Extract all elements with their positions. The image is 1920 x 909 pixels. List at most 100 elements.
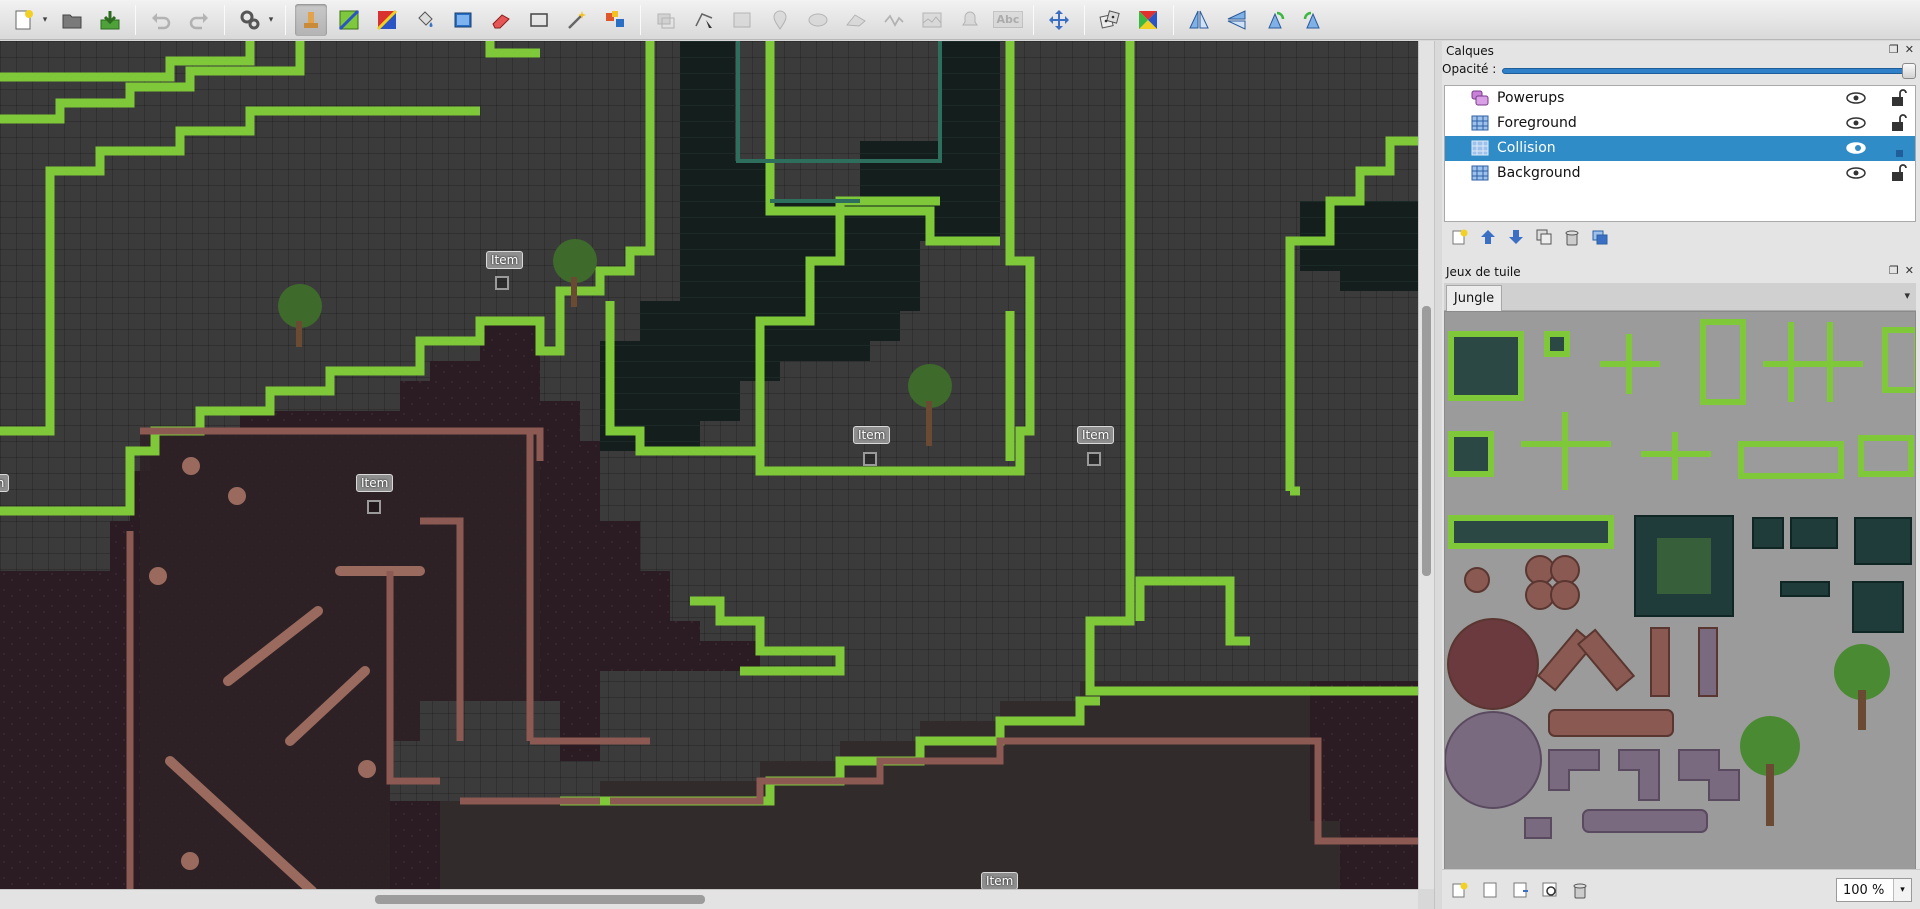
tileset-tools (1450, 880, 1590, 900)
layer-row-foreground[interactable]: Foreground (1445, 111, 1915, 136)
flip-vertical-button[interactable] (1221, 4, 1253, 36)
insert-text-button[interactable]: Abc (992, 4, 1024, 36)
remove-layer-button[interactable] (1562, 227, 1582, 247)
terrain-icon (338, 9, 360, 30)
float-icon[interactable]: ❐ (1889, 43, 1899, 56)
move-button[interactable] (1043, 4, 1075, 36)
redo-button[interactable] (183, 4, 215, 36)
map-horizontal-scrollbar[interactable] (0, 889, 1418, 909)
open-button[interactable] (56, 4, 88, 36)
chevron-down-icon[interactable]: ▾ (1893, 879, 1911, 901)
lower-layer-button[interactable] (1506, 227, 1526, 247)
insert-polyline-button[interactable] (878, 4, 910, 36)
item-object[interactable] (367, 500, 381, 514)
eye-icon[interactable] (1845, 140, 1867, 156)
close-icon[interactable]: ✕ (1905, 43, 1914, 56)
eye-icon[interactable] (1845, 90, 1867, 106)
eraser-button[interactable] (485, 4, 517, 36)
highlight-layer-button[interactable] (1590, 227, 1610, 247)
layer-name: Background (1497, 165, 1581, 181)
item-label-edge[interactable]: Item (0, 474, 10, 492)
item-object[interactable] (495, 276, 509, 290)
add-layer-button[interactable] (1450, 227, 1470, 247)
map-vertical-scroll-thumb[interactable] (1422, 306, 1431, 576)
shape-fill-button[interactable] (447, 4, 479, 36)
commands-dropdown-arrow[interactable]: ▾ (266, 4, 276, 36)
tileset-view[interactable] (1444, 311, 1916, 893)
panel-splitter[interactable] (1434, 41, 1442, 909)
trash-icon (1573, 883, 1587, 899)
polyline-icon (884, 13, 904, 27)
wang-mode-button[interactable] (1132, 4, 1164, 36)
layer-row-powerups[interactable]: Powerups (1445, 86, 1915, 111)
rectangular-select-button[interactable] (523, 4, 555, 36)
item-label[interactable]: Item (356, 474, 394, 492)
item-label[interactable]: Item (853, 426, 891, 444)
float-icon[interactable]: ❐ (1889, 264, 1899, 277)
layers-list[interactable]: Powerups Foreground Collision Background (1444, 85, 1916, 222)
item-object[interactable] (1087, 452, 1101, 466)
embed-tileset-button[interactable] (1480, 880, 1500, 900)
new-map-button[interactable] (8, 4, 40, 36)
arrow-down-icon (1509, 230, 1523, 244)
save-button[interactable] (94, 4, 126, 36)
zoom-combobox[interactable]: 100 % ▾ (1836, 878, 1912, 902)
item-label[interactable]: Item (981, 872, 1019, 889)
unlock-icon[interactable] (1891, 138, 1907, 158)
opacity-slider[interactable] (1502, 68, 1912, 74)
insert-template-button[interactable] (954, 4, 986, 36)
unlock-icon[interactable] (1891, 113, 1907, 133)
close-icon[interactable]: ✕ (1905, 264, 1914, 277)
tab-jungle[interactable]: Jungle (1446, 285, 1502, 311)
magic-wand-button[interactable] (561, 4, 593, 36)
random-mode-button[interactable] (1094, 4, 1126, 36)
edit-tileset-button[interactable] (1540, 880, 1560, 900)
edit-polygons-button[interactable] (688, 4, 720, 36)
insert-rectangle-button[interactable] (726, 4, 758, 36)
shape-fill-icon (454, 12, 472, 27)
tileset-tiles[interactable] (1445, 312, 1916, 893)
unlock-icon[interactable] (1891, 88, 1907, 108)
map-vertical-scrollbar[interactable] (1418, 41, 1434, 889)
rotate-right-button[interactable] (1297, 4, 1329, 36)
map-canvas[interactable]: Item Item Item Item Item Item (0, 41, 1418, 889)
tilesets-panel-title: Jeux de tuile (1446, 265, 1521, 279)
commands-button[interactable] (234, 4, 266, 36)
map-horizontal-scroll-thumb[interactable] (375, 895, 705, 904)
rotate-left-button[interactable] (1259, 4, 1291, 36)
terrain-brush-button[interactable] (333, 4, 365, 36)
new-dropdown-arrow[interactable]: ▾ (40, 4, 50, 36)
item-label[interactable]: Item (1077, 426, 1115, 444)
select-same-tile-button[interactable] (599, 4, 631, 36)
highlight-layer-icon (1592, 230, 1608, 245)
flip-horizontal-button[interactable] (1183, 4, 1215, 36)
new-tileset-button[interactable] (1450, 880, 1470, 900)
remove-tileset-button[interactable] (1570, 880, 1590, 900)
tilesets-dock-buttons: ❐ ✕ (1889, 264, 1914, 277)
item-object[interactable] (863, 452, 877, 466)
item-label[interactable]: Item (486, 251, 524, 269)
duplicate-layer-button[interactable] (1534, 227, 1554, 247)
insert-ellipse-button[interactable] (802, 4, 834, 36)
insert-tile-button[interactable] (916, 4, 948, 36)
layer-row-collision[interactable]: Collision (1445, 136, 1915, 161)
wang-brush-button[interactable] (371, 4, 403, 36)
raise-layer-button[interactable] (1478, 227, 1498, 247)
unlock-icon[interactable] (1891, 163, 1907, 183)
eye-icon[interactable] (1845, 165, 1867, 181)
eye-icon[interactable] (1845, 115, 1867, 131)
undo-button[interactable] (145, 4, 177, 36)
opacity-slider-handle[interactable] (1902, 63, 1916, 79)
insert-polygon-button[interactable] (840, 4, 872, 36)
select-objects-button[interactable] (650, 4, 682, 36)
fill-icon (418, 10, 433, 27)
tile-map[interactable] (0, 41, 1418, 889)
stamp-brush-button[interactable] (295, 3, 327, 36)
insert-point-button[interactable] (764, 4, 796, 36)
export-tileset-button[interactable] (1510, 880, 1530, 900)
tile-layer-icon (1471, 140, 1489, 156)
tileset-menu-arrow[interactable]: ▾ (1904, 289, 1910, 302)
bucket-fill-button[interactable] (409, 4, 441, 36)
edit-polygons-icon (695, 12, 713, 28)
layer-row-background[interactable]: Background (1445, 161, 1915, 186)
